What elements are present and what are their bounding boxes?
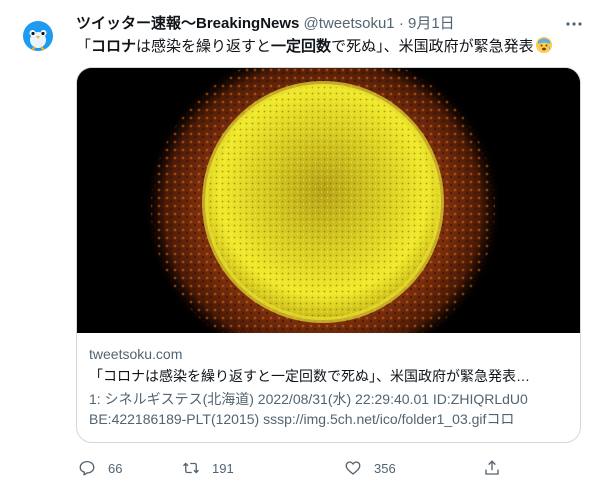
tweet-text-segment: 「 — [76, 38, 92, 55]
tweet-text: 「コロナは感染を繰り返すと一定回数で死ぬ」、米国政府が緊急発表 — [76, 36, 591, 58]
reply-button[interactable]: 66 — [78, 456, 122, 480]
like-count: 356 — [374, 460, 396, 476]
more-options-button[interactable] — [562, 12, 586, 36]
tweet-date[interactable]: 9月1日 — [408, 15, 455, 32]
retweet-count: 191 — [212, 460, 234, 476]
author-handle[interactable]: @tweetsoku1 — [304, 15, 395, 32]
header-separator: · — [398, 15, 404, 32]
author-name[interactable]: ツイッター速報〜BreakingNews — [76, 15, 299, 32]
tweet-text-segment: で死ぬ」、米国政府が緊急発表 — [331, 38, 534, 55]
reply-icon — [79, 460, 95, 476]
share-button[interactable] — [483, 456, 501, 480]
tweet-header: ツイッター速報〜BreakingNews @tweetsoku1 · 9月1日 — [76, 14, 546, 34]
tweet-text-segment: は感染を繰り返すと — [136, 38, 272, 55]
tweet-text-bold: コロナ — [91, 38, 137, 55]
more-icon — [566, 22, 582, 26]
share-icon — [485, 460, 499, 475]
retweet-icon — [183, 462, 199, 474]
bird-avatar-icon — [23, 21, 53, 51]
like-button[interactable]: 356 — [344, 456, 396, 480]
card-meta: tweetsoku.com 「コロナは感染を繰り返すと一定回数で死ぬ」、米国政府… — [89, 344, 574, 429]
tweet-actions: 66 191 356 — [76, 456, 506, 480]
avatar[interactable] — [18, 14, 58, 54]
card-image[interactable] — [77, 68, 580, 333]
virus-image — [77, 68, 580, 333]
tweet-text-bold: 一定回数 — [271, 38, 332, 55]
card-description: 1: シネルギステス(北海道) 2022/08/31(水) 22:29:40.0… — [89, 389, 549, 429]
card-description-line: 1: シネルギステス(北海道) 2022/08/31(水) 22:29:40.0… — [89, 391, 528, 407]
heart-icon — [345, 461, 361, 475]
reply-count: 66 — [108, 460, 123, 476]
anxious-face-emoji-icon — [535, 37, 552, 53]
link-card[interactable]: tweetsoku.com 「コロナは感染を繰り返すと一定回数で死ぬ」、米国政府… — [76, 67, 581, 443]
retweet-button[interactable]: 191 — [182, 456, 234, 480]
tweet[interactable]: ツイッター速報〜BreakingNews @tweetsoku1 · 9月1日 … — [0, 0, 600, 492]
card-domain: tweetsoku.com — [89, 346, 183, 362]
card-description-line: BE:422186189-PLT(12015) sssp://img.5ch.n… — [89, 411, 515, 427]
card-title: 「コロナは感染を繰り返すと一定回数で死ぬ」、米国政府が緊急発表… — [89, 368, 530, 384]
